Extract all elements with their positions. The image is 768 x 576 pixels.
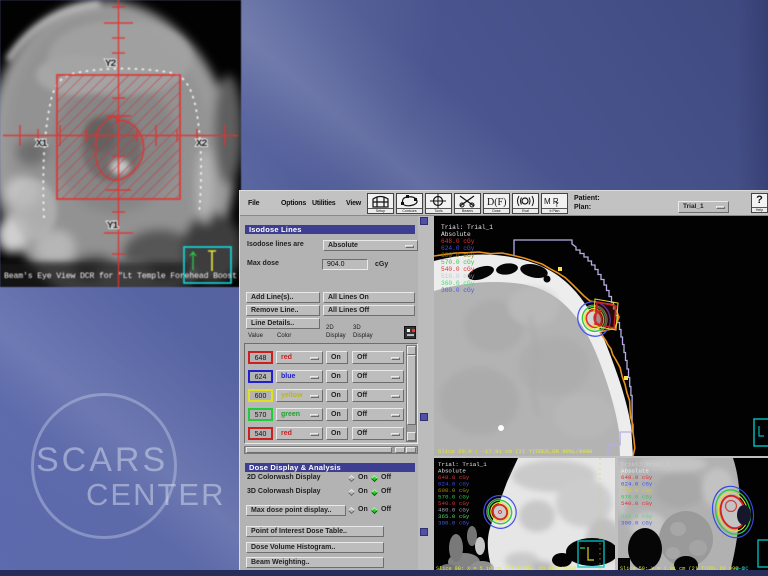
svg-text:600.0 cGy: 600.0 cGy [441, 252, 475, 259]
svg-text:540.0 cGy: 540.0 cGy [441, 266, 475, 273]
svg-text:Y1: Y1 [107, 220, 118, 232]
svg-text:D(F): D(F) [487, 197, 506, 208]
svg-text:Absolute: Absolute [441, 231, 471, 238]
svg-text:300.0 cGy: 300.0 cGy [621, 520, 653, 527]
svg-text:300.0 cGy: 300.0 cGy [441, 287, 475, 294]
svg-text:Trial: Trial_1: Trial: Trial_1 [441, 224, 493, 231]
svg-text:624.0 cGy: 624.0 cGy [441, 245, 475, 252]
svg-text:540.0 cGy: 540.0 cGy [621, 500, 653, 507]
svg-text:648.0 cGy: 648.0 cGy [441, 238, 475, 245]
svg-text:Slice 29.0 : -17.91 cm (2) Y(D: Slice 29.0 : -17.91 cm (2) Y(DDED,DR 99%… [438, 448, 593, 455]
svg-text:510.0 cGy: 510.0 cGy [441, 273, 475, 280]
svg-text:Beam's Eye View DCR for "Lt Te: Beam's Eye View DCR for "Lt Temple Foreh… [4, 271, 237, 281]
svg-text:X1: X1 [36, 138, 47, 150]
svg-text:Y2: Y2 [105, 58, 116, 70]
svg-text:300.0 cGy: 300.0 cGy [438, 520, 470, 527]
svg-text:570.0 cGy: 570.0 cGy [441, 259, 475, 266]
svg-text:360.0 cGy: 360.0 cGy [441, 280, 475, 287]
svg-text:X2: X2 [196, 138, 207, 150]
